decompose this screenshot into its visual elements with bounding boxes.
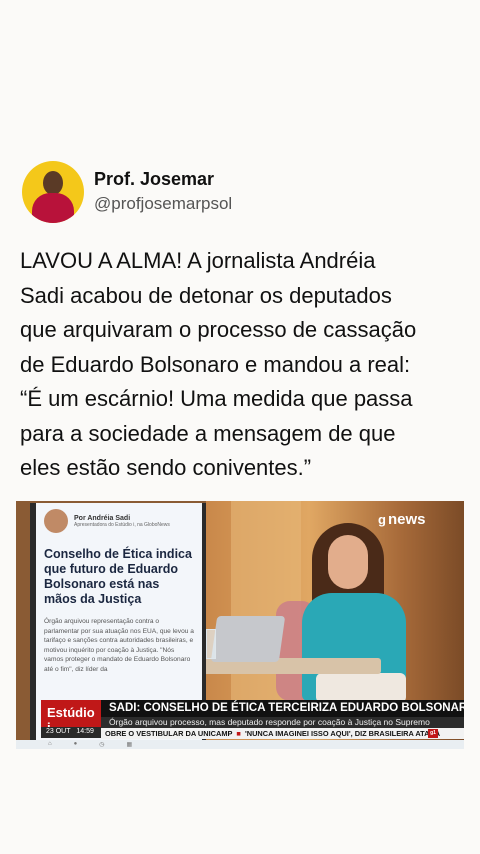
location-icon: ● [73,741,78,747]
user-handle[interactable]: @profjosemarpsol [94,192,232,216]
avatar-body [32,193,74,223]
news-headline: SADI: CONSELHO DE ÉTICA TERCEIRIZA EDUAR… [101,700,464,717]
byline-name: Por Andréia Sadi [74,514,131,522]
tweet-line: que arquivaram o processo de cassação [20,317,417,342]
tweet-line: Sadi acabou de detonar os deputados [20,282,392,308]
tweet-line: LAVOU A ALMA! A jornalista Andréia [20,248,376,273]
program-name: Estúdio i [41,700,101,735]
avatar[interactable] [22,161,84,223]
news-subheadline: Órgão arquivou processo, mas deputado re… [101,717,464,728]
grid-icon: ▦ [126,742,133,748]
avatar-head [43,171,63,195]
byline-sub: Apresentadora do Estúdio i, na GloboNews [74,521,170,528]
logo-g: g [378,512,386,527]
tweet-media-image[interactable]: Por Andréia Sadi Apresentadora do Estúdi… [16,501,464,749]
studio-desk [176,658,381,674]
tweet-line: “É um escárnio! Uma medida que passa [20,386,413,411]
anchor-legs [316,673,406,703]
clock-icon: ◷ [99,742,105,748]
ticker-item: OBRE O VESTIBULAR DA UNICAMP [105,729,233,738]
news-ticker: OBRE O VESTIBULAR DA UNICAMP ■ 'NUNCA IM… [101,728,464,739]
anchor-face [328,535,368,589]
monitor-bottom-strip: ⌂ ● ◷ ▦ [16,740,464,749]
screen-byline: Por Andréia Sadi Apresentadora do Estúdi… [44,509,194,533]
tweet-line: para a sociedade a mensagem de que [20,420,396,446]
water-glass [206,629,216,659]
tweet-line: de Eduardo Bolsonaro e mandou a real: [20,351,411,377]
tweet-text: LAVOU A ALMA! A jornalista Andréia Sadi … [20,244,465,486]
ticker-separator-icon: ■ [234,729,243,738]
tweet-line: eles estão sendo coniventes.” [20,455,312,480]
program-time: 14:59 [76,728,94,735]
author-names: Prof. Josemar @profjosemarpsol [94,168,232,216]
logo-word: news [387,511,426,528]
tweet-post: Prof. Josemar @profjosemarpsol LAVOU A A… [0,0,480,854]
screen-headline: Conselho de Ética indica que futuro de E… [44,547,192,606]
g1-badge: g1 [428,729,438,738]
columnist-avatar [44,509,68,533]
tweet-header: Prof. Josemar @profjosemarpsol [22,160,232,224]
program-date: 23 OUT [46,728,71,735]
home-icon: ⌂ [48,741,52,747]
program-datetime: 23 OUT 14:59 [41,727,101,738]
strip-icons: ⌂ ● ◷ ▦ [48,741,132,748]
display-name[interactable]: Prof. Josemar [94,168,232,190]
screen-body: Órgão arquivou representação contra o pa… [44,618,194,673]
laptop [210,616,286,662]
ticker-item: 'NUNCA IMAGINEI ISSO AQUI', DIZ BRASILEI… [245,729,441,738]
globonews-logo: g news [378,511,425,528]
